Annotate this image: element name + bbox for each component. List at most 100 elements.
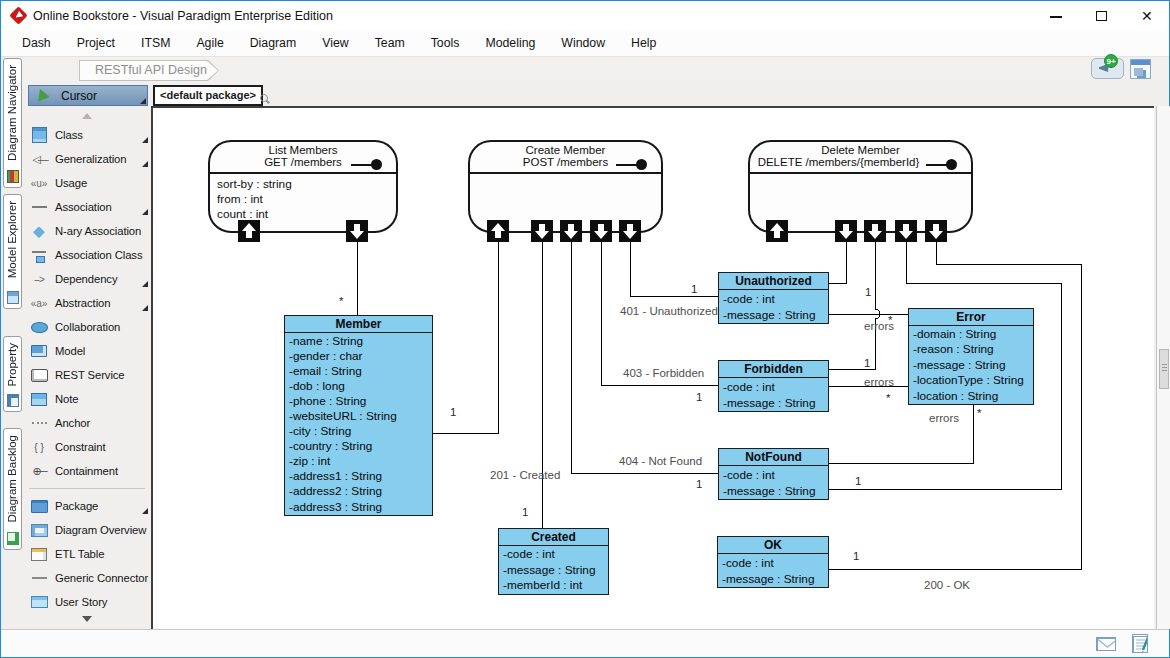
class-error[interactable]: Error -domain : String-reason : String-m…: [908, 308, 1034, 405]
toolbox-item-label: Anchor: [55, 417, 90, 429]
output-port[interactable]: [835, 220, 857, 242]
maximize-button[interactable]: [1079, 1, 1125, 30]
toolbox-item-generalization[interactable]: Generalization: [23, 147, 151, 171]
toolbox-item-association[interactable]: Association: [23, 195, 151, 219]
canvas-area: <default package> List Members: [151, 84, 1154, 629]
input-port[interactable]: [238, 220, 260, 242]
toolbox-item-diagram-overview[interactable]: Diagram Overview: [23, 518, 151, 542]
attribute-row: sort-by : string: [217, 177, 396, 192]
connector-create-notfound[interactable]: [571, 231, 718, 473]
vertical-scrollbar[interactable]: [1156, 106, 1170, 629]
toolbox-item-nary-association[interactable]: N-ary Association: [23, 219, 151, 243]
association-class-icon: [30, 247, 48, 263]
menu-team[interactable]: Team: [362, 31, 418, 56]
toolbox-item-usage[interactable]: Usage: [23, 171, 151, 195]
toolbox-item-user-story[interactable]: User Story: [23, 590, 151, 614]
attribute-row: from : int: [217, 192, 396, 207]
class-title: NotFound: [719, 449, 828, 466]
scrollbar-thumb[interactable]: [1159, 349, 1169, 389]
class-title: Unauthorized: [719, 273, 828, 290]
toolbox-scroll-up-icon[interactable]: [82, 113, 92, 119]
menu-modeling[interactable]: Modeling: [472, 31, 548, 56]
output-port[interactable]: [590, 220, 612, 242]
connector-create-unauthorized[interactable]: [630, 231, 718, 296]
minimize-icon: [1050, 16, 1062, 18]
tab-model-explorer[interactable]: Model Explorer: [3, 194, 22, 309]
output-port[interactable]: [925, 220, 947, 242]
diagram-toolbox: Cursor ClassGeneralizationUsageAssociati…: [23, 84, 151, 629]
tab-diagram-backlog[interactable]: Diagram Backlog: [3, 428, 22, 550]
multiplicity-one: 1: [696, 391, 702, 403]
attribute-row: -code : int: [723, 467, 828, 483]
toolbox-item-generic-connector[interactable]: Generic Connector: [23, 566, 151, 590]
menu-project[interactable]: Project: [64, 31, 128, 56]
edge-label-200: 200 - OK: [924, 579, 970, 591]
toolbox-item-package[interactable]: Package: [23, 494, 151, 518]
toolbox-item-cursor[interactable]: Cursor: [28, 85, 148, 106]
class-forbidden[interactable]: Forbidden -code : int-message : String: [718, 360, 829, 412]
toolbox-item-class[interactable]: Class: [23, 123, 151, 147]
output-port[interactable]: [560, 220, 582, 242]
menu-agile[interactable]: Agile: [183, 31, 236, 56]
connector-delete-forbidden[interactable]: [829, 231, 880, 369]
toolbox-item-label: ETL Table: [55, 548, 104, 560]
service-name: Create Member: [470, 144, 661, 156]
menu-diagram[interactable]: Diagram: [237, 31, 309, 56]
tab-diagram-navigator[interactable]: Diagram Navigator: [3, 58, 22, 188]
breadcrumb[interactable]: RESTful API Design: [79, 60, 219, 81]
toolbox-item-association-class[interactable]: Association Class: [23, 243, 151, 267]
rest-service-list-members[interactable]: List Members GET /members sort-by : stri…: [208, 140, 398, 233]
menu-view[interactable]: View: [309, 31, 361, 56]
toolbox-item-rest-service[interactable]: REST Service: [23, 363, 151, 387]
class-unauthorized[interactable]: Unauthorized -code : int-message : Strin…: [718, 272, 829, 324]
menu-itsm[interactable]: ITSM: [128, 31, 183, 56]
panel-layout-button[interactable]: [1130, 59, 1151, 79]
package-icon: [30, 498, 48, 514]
menu-dash[interactable]: Dash: [9, 31, 64, 56]
toolbox-item-model[interactable]: Model: [23, 339, 151, 363]
menu-help[interactable]: Help: [618, 31, 669, 56]
close-button[interactable]: ✕: [1125, 1, 1170, 30]
input-port[interactable]: [766, 220, 788, 242]
toolbox-item-anchor[interactable]: Anchor: [23, 411, 151, 435]
package-tab[interactable]: <default package>: [153, 85, 263, 106]
attribute-row: -city : String: [289, 424, 432, 439]
toolbox-item-label: Generic Connector: [55, 572, 148, 584]
magnifier-icon[interactable]: [260, 94, 268, 102]
menu-tools[interactable]: Tools: [418, 31, 473, 56]
output-port[interactable]: [619, 220, 641, 242]
side-tab-strip: Diagram Navigator Model Explorer Propert…: [1, 57, 23, 629]
breadcrumb-bar: RESTful API Design 9+: [1, 57, 1169, 84]
class-member[interactable]: Member -name : String-gender : char-emai…: [284, 315, 433, 516]
minimize-button[interactable]: [1033, 1, 1079, 30]
toolbox-item-dependency[interactable]: Dependency: [23, 267, 151, 291]
multiplicity-many: *: [886, 392, 890, 404]
class-notfound[interactable]: NotFound -code : int-message : String: [718, 448, 829, 500]
note-icon: [30, 391, 48, 407]
toolbox-item-abstraction[interactable]: Abstraction: [23, 291, 151, 315]
class-ok[interactable]: OK -code : int-message : String: [717, 536, 829, 588]
toolbox-item-containment[interactable]: Containment: [23, 459, 151, 483]
diagram-canvas[interactable]: List Members GET /members sort-by : stri…: [151, 106, 1154, 629]
mail-icon[interactable]: [1096, 637, 1116, 651]
toolbox-item-collaboration[interactable]: Collaboration: [23, 315, 151, 339]
toolbox-item-label: Association Class: [55, 249, 142, 261]
class-icon: [30, 127, 48, 143]
toolbox-item-label: Note: [55, 393, 78, 405]
connector-create-member[interactable]: [433, 231, 498, 433]
tab-property[interactable]: Property: [3, 336, 22, 412]
toolbox-item-etl-table[interactable]: ETL Table: [23, 542, 151, 566]
output-port[interactable]: [864, 220, 886, 242]
menu-window[interactable]: Window: [548, 31, 618, 56]
attribute-row: -memberId : int: [503, 578, 608, 594]
toolbox-scroll-down-icon[interactable]: [82, 616, 92, 622]
output-port[interactable]: [895, 220, 917, 242]
output-port[interactable]: [346, 220, 368, 242]
submenu-corner-icon: [140, 98, 146, 104]
class-created[interactable]: Created -code : int-message : String-mem…: [498, 528, 609, 595]
toolbox-item-note[interactable]: Note: [23, 387, 151, 411]
toolbox-item-constraint[interactable]: Constraint: [23, 435, 151, 459]
input-port[interactable]: [487, 220, 509, 242]
document-edit-icon[interactable]: [1132, 634, 1148, 653]
output-port[interactable]: [531, 220, 553, 242]
